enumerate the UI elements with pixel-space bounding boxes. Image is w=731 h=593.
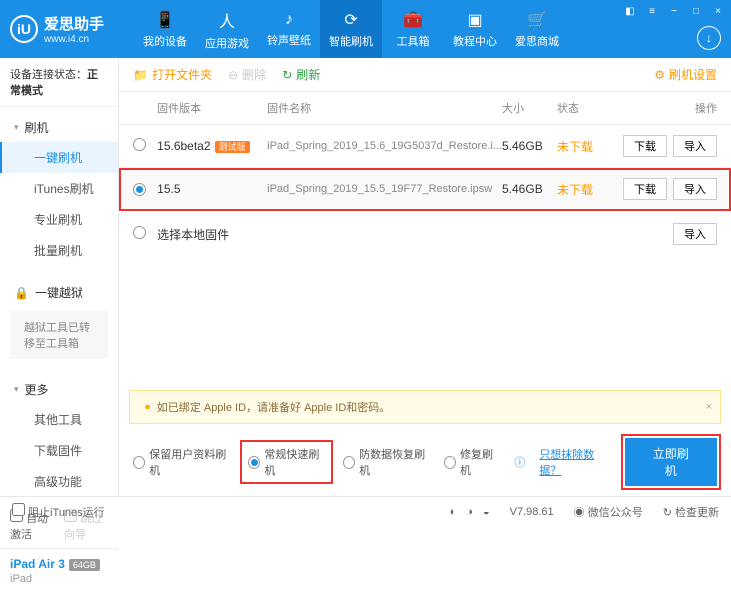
block-itunes-checkbox[interactable]: 阻止iTunes运行 [12, 503, 105, 520]
chevron-down-icon: ▾ [14, 384, 19, 395]
col-header-status: 状态 [557, 100, 607, 116]
sidebar-item-itunes-flash[interactable]: iTunes刷机 [0, 173, 118, 204]
connection-status: 设备连接状态：正常模式 [0, 58, 118, 107]
check-update-link[interactable]: ↻ 检查更新 [663, 504, 719, 520]
nav-flash[interactable]: ⟳智能刷机 [320, 0, 382, 58]
import-button[interactable]: 导入 [673, 135, 717, 157]
radio-local[interactable] [133, 226, 146, 239]
tutorial-icon: ▣ [467, 10, 482, 30]
sidebar-item-oneclick-flash[interactable]: 一键刷机 [0, 142, 118, 173]
opt-anti-recovery[interactable]: 防数据恢复刷机 [343, 446, 430, 478]
radio-checked[interactable] [133, 183, 146, 196]
wechat-link[interactable]: ◉ 微信公众号 [574, 504, 643, 520]
close-button[interactable]: × [711, 4, 725, 18]
sidebar-item-batch-flash[interactable]: 批量刷机 [0, 235, 118, 266]
device-icon: 📱 [155, 10, 175, 30]
info-icon[interactable]: ⓘ [514, 454, 525, 470]
chevron-down-icon: ▾ [14, 122, 19, 133]
nav-tutorials[interactable]: ▣教程中心 [444, 0, 506, 58]
select-local-firmware[interactable]: 选择本地固件 [157, 226, 267, 243]
beta-tag: 测试版 [215, 141, 250, 153]
firmware-row[interactable]: 15.6beta2测试版 iPad_Spring_2019_15.6_19G50… [119, 125, 731, 168]
music-icon: ♪ [285, 11, 293, 29]
opt-repair[interactable]: 修复刷机 [444, 446, 500, 478]
erase-only-link[interactable]: 只想抹除数据？ [539, 446, 610, 478]
footer-icon-1[interactable]: ◐ [450, 506, 457, 518]
download-button[interactable]: 下载 [623, 135, 667, 157]
maximize-button[interactable]: □ [689, 4, 703, 18]
download-button[interactable]: 下载 [623, 178, 667, 200]
apple-id-warning: ● 如已绑定 Apple ID，请准备好 Apple ID和密码。 × [129, 390, 721, 424]
sidebar-head-jailbreak[interactable]: 🔒一键越狱 [0, 278, 118, 307]
update-icon: ↻ [663, 507, 672, 519]
sidebar-item-other-tools[interactable]: 其他工具 [0, 404, 118, 435]
open-folder-button[interactable]: 📁打开文件夹 [133, 66, 212, 83]
storage-badge: 64GB [69, 559, 100, 571]
gear-icon: ⚙ [654, 68, 665, 82]
nav-my-device[interactable]: 📱我的设备 [134, 0, 196, 58]
opt-keep-data[interactable]: 保留用户资料刷机 [133, 446, 230, 478]
firmware-row-selected[interactable]: 15.5 iPad_Spring_2019_15.5_19F77_Restore… [119, 168, 731, 211]
menu-button[interactable]: ≡ [645, 4, 659, 18]
col-header-ops: 操作 [607, 100, 717, 116]
footer-icon-3[interactable]: ◒ [483, 506, 490, 518]
col-header-size: 大小 [502, 100, 557, 116]
col-header-name: 固件名称 [267, 100, 502, 116]
minimize-button[interactable]: − [667, 4, 681, 18]
version-label: V7.98.61 [510, 506, 554, 518]
cart-icon: 🛒 [527, 10, 547, 30]
radio-unchecked[interactable] [133, 138, 146, 151]
col-header-version: 固件版本 [157, 100, 267, 116]
delete-icon: ⊖ [228, 68, 238, 82]
nav-ringtones[interactable]: ♪铃声壁纸 [258, 0, 320, 58]
import-button[interactable]: 导入 [673, 178, 717, 200]
footer-icon-2[interactable]: ◑ [466, 506, 473, 518]
sidebar-item-pro-flash[interactable]: 专业刷机 [0, 204, 118, 235]
refresh-button[interactable]: ↻刷新 [282, 66, 320, 83]
apps-icon: 人 [219, 8, 235, 32]
flash-settings-button[interactable]: ⚙刷机设置 [654, 66, 717, 83]
close-warning-icon[interactable]: × [706, 401, 712, 413]
toolbox-icon: 🧰 [403, 10, 423, 30]
brand-url: www.i4.cn [44, 34, 104, 45]
flash-now-button[interactable]: 立即刷机 [625, 438, 717, 486]
sidebar-head-more[interactable]: ▾更多 [0, 375, 118, 404]
download-manager-icon[interactable]: ↓ [697, 26, 721, 50]
opt-normal-fast[interactable]: 常规快速刷机 [244, 444, 329, 480]
logo-icon: iU [10, 15, 38, 43]
wechat-icon: ◉ [574, 507, 585, 519]
sidebar-item-advanced[interactable]: 高级功能 [0, 466, 118, 497]
refresh-icon: ↻ [282, 68, 292, 82]
nav-store[interactable]: 🛒爱思商城 [506, 0, 568, 58]
import-local-button[interactable]: 导入 [673, 223, 717, 245]
brand-name: 爱思助手 [44, 13, 104, 34]
flash-icon: ⟳ [344, 10, 357, 30]
nav-apps[interactable]: 人应用游戏 [196, 0, 258, 58]
sidebar-head-flash[interactable]: ▾刷机 [0, 113, 118, 142]
lock-icon: 🔒 [14, 286, 29, 300]
device-info[interactable]: iPad Air 364GB iPad [0, 548, 118, 593]
warning-icon: ● [144, 401, 151, 413]
sidebar-item-download-firmware[interactable]: 下载固件 [0, 435, 118, 466]
folder-icon: 📁 [133, 68, 148, 82]
skin-button[interactable]: ◧ [623, 4, 637, 18]
delete-button: ⊖删除 [228, 66, 266, 83]
nav-toolbox[interactable]: 🧰工具箱 [382, 0, 444, 58]
jailbreak-moved-note: 越狱工具已转移至工具箱 [10, 311, 108, 359]
